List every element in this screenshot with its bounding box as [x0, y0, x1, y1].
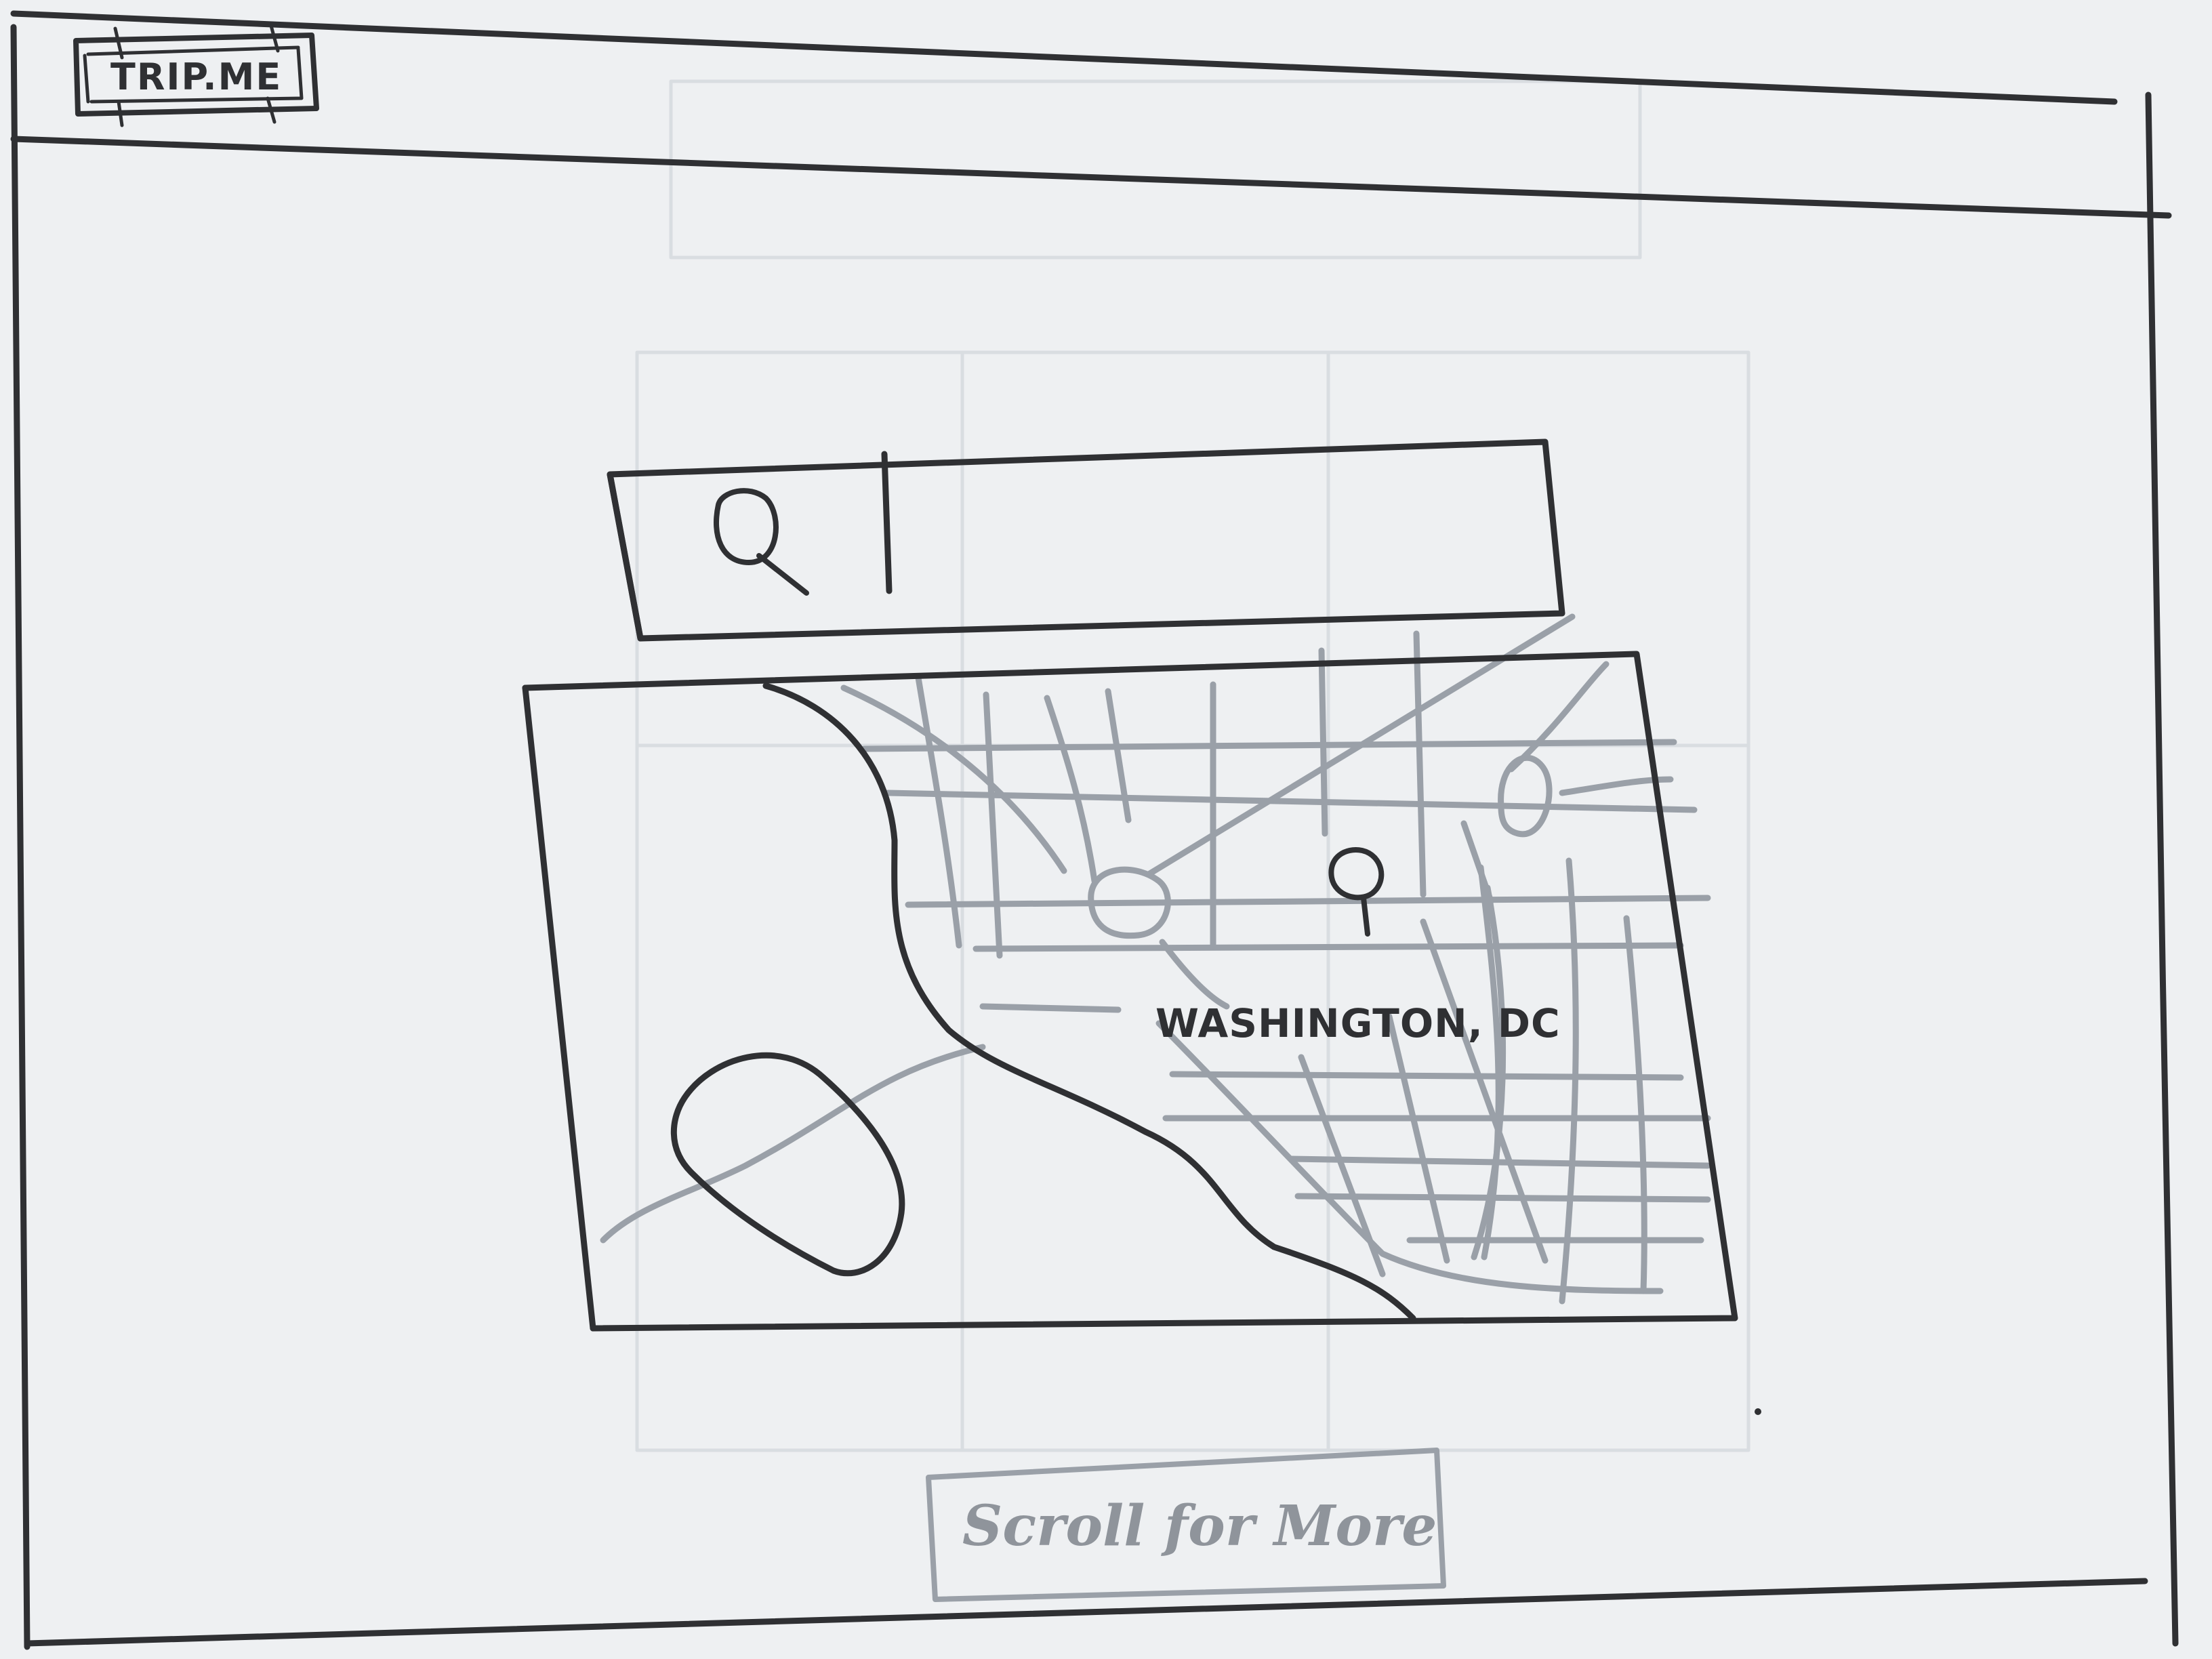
- logo[interactable]: TRIP.ME: [73, 24, 319, 127]
- scroll-for-more-button[interactable]: Scroll for More: [926, 1448, 1446, 1602]
- logo-text: TRIP.ME: [110, 56, 282, 98]
- scroll-for-more-label: Scroll for More: [962, 1494, 1437, 1559]
- sketch-canvas: TRIP.ME WASHINGTON, DC Scroll for More: [10, 10, 2179, 1650]
- map-location-label: WASHINGTON, DC: [1155, 1000, 1561, 1046]
- search-icon[interactable]: [714, 488, 809, 596]
- map-pin-icon[interactable]: [1328, 847, 1385, 937]
- wireframe-page: TRIP.ME WASHINGTON, DC Scroll for More: [0, 0, 2212, 1659]
- map-streets: [600, 613, 1711, 1305]
- search-input[interactable]: [901, 461, 1538, 590]
- ink-dot: [1755, 1408, 1761, 1415]
- ghost-sketch: [635, 79, 1750, 1452]
- map-panel[interactable]: WASHINGTON, DC: [522, 613, 1738, 1332]
- search-bar[interactable]: [607, 438, 1565, 642]
